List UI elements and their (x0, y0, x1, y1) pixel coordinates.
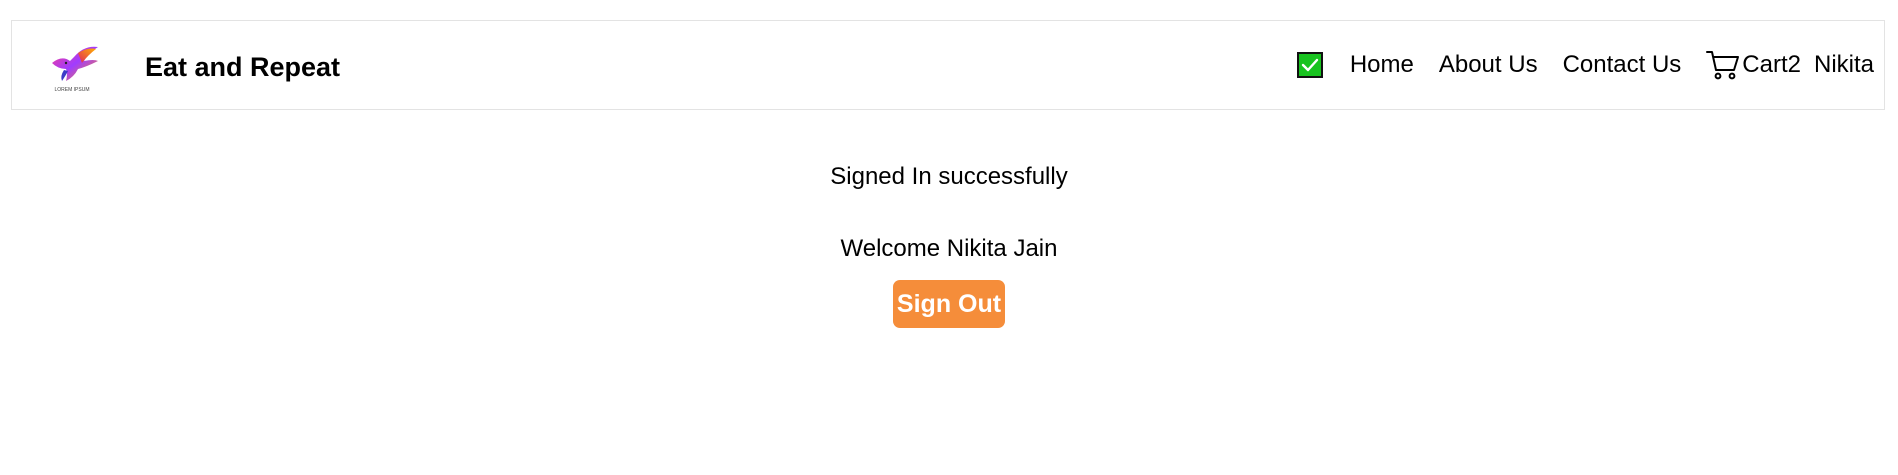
brand-title: Eat and Repeat (145, 52, 341, 82)
nav-contact-link[interactable]: Contact Us (1563, 51, 1682, 79)
bird-logo-icon[interactable]: LOREM IPSUM (44, 43, 100, 93)
shopping-cart-icon (1706, 51, 1740, 80)
welcome-message: Welcome Nikita Jain (840, 235, 1058, 262)
logo-text: LOREM IPSUM (54, 87, 89, 93)
checkmark-icon (1301, 58, 1319, 72)
nav-home-link[interactable]: Home (1350, 51, 1414, 79)
nav-about-link[interactable]: About Us (1439, 51, 1538, 79)
theme-toggle-checkbox[interactable] (1296, 52, 1323, 78)
sign-out-button[interactable]: Sign Out (893, 280, 1005, 328)
user-name-link[interactable]: Nikita (1814, 51, 1874, 79)
site-header: LOREM IPSUM Eat and Repeat Home About Us… (11, 20, 1885, 110)
cart-count: 2 (1787, 51, 1801, 78)
main-nav: Home About Us Contact Us Cart 2 Nikita (1296, 45, 1874, 85)
cart-link[interactable]: Cart 2 (1706, 49, 1801, 81)
status-message: Signed In successfully (830, 163, 1068, 190)
cart-label: Cart (1742, 51, 1788, 78)
